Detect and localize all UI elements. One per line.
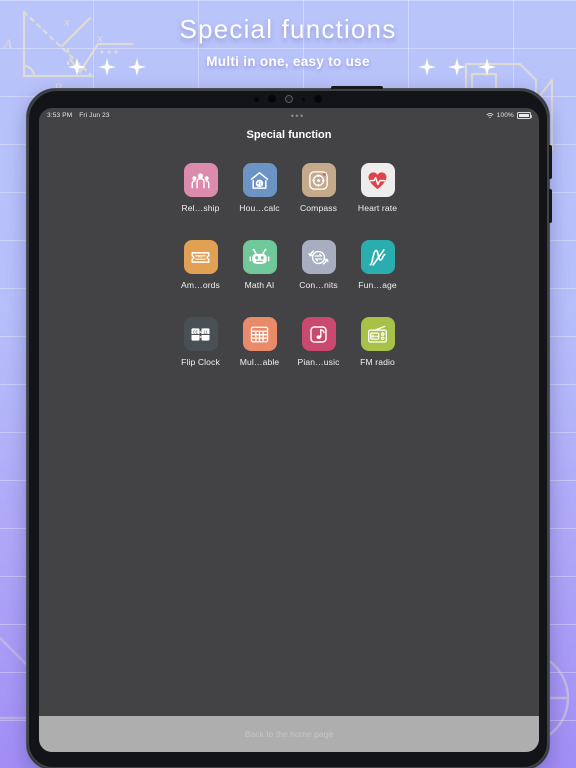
battery-percent-label: 100% bbox=[496, 112, 514, 119]
app-grid: Rel…ship Hou…calc Compass Heart rate A+ … bbox=[39, 163, 539, 367]
app-item-amortization-records[interactable]: A+ Am…ords bbox=[171, 240, 230, 290]
amortization-records-icon[interactable]: A+ bbox=[183, 240, 218, 274]
convert-units-icon[interactable] bbox=[301, 240, 336, 274]
wifi-icon bbox=[486, 113, 494, 119]
function-image-icon[interactable] bbox=[360, 240, 395, 274]
app-label: Hou…calc bbox=[239, 203, 280, 213]
sensor-icon bbox=[254, 96, 259, 102]
status-bar-right: 100% bbox=[486, 112, 533, 119]
app-label: Mul…able bbox=[239, 357, 280, 367]
app-area: Rel…ship Hou…calc Compass Heart rate A+ … bbox=[39, 145, 539, 716]
tablet-device: 3:53 PM Fri Jun 23 ••• 100% Special func… bbox=[26, 86, 552, 768]
svg-text:A: A bbox=[3, 36, 12, 51]
relationship-icon[interactable] bbox=[183, 163, 218, 197]
app-item-piano-music[interactable]: Pian…usic bbox=[289, 317, 348, 367]
sparkles-right bbox=[418, 58, 496, 76]
battery-icon bbox=[517, 112, 533, 119]
app-label: Math AI bbox=[244, 280, 275, 290]
sparkle-icon bbox=[418, 58, 436, 76]
app-label: Flip Clock bbox=[181, 357, 220, 367]
flip-clock-icon[interactable]: 01 11 bbox=[183, 317, 218, 351]
sparkles-left bbox=[68, 58, 146, 76]
volume-up-button[interactable] bbox=[549, 145, 552, 179]
status-center-dots: ••• bbox=[290, 110, 305, 121]
app-item-math-ai[interactable]: Math AI bbox=[230, 240, 289, 290]
compass-icon[interactable] bbox=[301, 163, 336, 197]
sparkle-icon bbox=[478, 58, 496, 76]
app-item-multiplication-table[interactable]: Mul…able bbox=[230, 317, 289, 367]
camera-lens-icon bbox=[314, 95, 322, 103]
hero-title: Special functions bbox=[179, 14, 397, 44]
hero-subtitle: Multi in one, easy to use bbox=[206, 54, 370, 69]
status-bar: 3:53 PM Fri Jun 23 ••• 100% bbox=[39, 108, 539, 123]
sensor-icon bbox=[302, 97, 305, 101]
app-item-fm-radio[interactable]: FM radio bbox=[348, 317, 407, 367]
math-ai-robot-icon[interactable] bbox=[242, 240, 277, 274]
hero-banner: Special functions Multi in one, easy to … bbox=[0, 14, 576, 69]
sparkle-icon bbox=[68, 58, 86, 76]
back-to-home-button[interactable]: Back to the home page bbox=[39, 716, 539, 752]
app-label: Rel…ship bbox=[181, 203, 220, 213]
app-label: Fun…age bbox=[358, 280, 397, 290]
app-label: Con…nits bbox=[299, 280, 338, 290]
battery-fill bbox=[518, 114, 530, 117]
camera-module bbox=[254, 95, 322, 103]
svg-text:x: x bbox=[63, 14, 70, 29]
device-screen: 3:53 PM Fri Jun 23 ••• 100% Special func… bbox=[39, 108, 539, 752]
app-item-compass[interactable]: Compass bbox=[289, 163, 348, 213]
multiplication-table-icon[interactable] bbox=[242, 317, 277, 351]
svg-text:11: 11 bbox=[203, 329, 208, 335]
app-label: Pian…usic bbox=[297, 357, 340, 367]
sparkle-icon bbox=[98, 58, 116, 76]
house-loan-calculator-icon[interactable] bbox=[242, 163, 277, 197]
app-item-function-image[interactable]: Fun…age bbox=[348, 240, 407, 290]
app-item-heart-rate[interactable]: Heart rate bbox=[348, 163, 407, 213]
app-label: Heart rate bbox=[357, 203, 398, 213]
svg-text:A+: A+ bbox=[198, 254, 204, 259]
status-bar-left: 3:53 PM Fri Jun 23 bbox=[47, 112, 110, 119]
sparkle-icon bbox=[448, 58, 466, 76]
svg-text:01: 01 bbox=[193, 329, 199, 335]
camera-lens-icon bbox=[285, 95, 293, 103]
app-label: Compass bbox=[300, 203, 337, 213]
app-item-convert-units[interactable]: Con…nits bbox=[289, 240, 348, 290]
sparkle-icon bbox=[128, 58, 146, 76]
piano-music-icon[interactable] bbox=[301, 317, 336, 351]
app-item-house-calc[interactable]: Hou…calc bbox=[230, 163, 289, 213]
page-title: Special function bbox=[246, 129, 332, 141]
status-date: Fri Jun 23 bbox=[79, 112, 110, 119]
app-label: FM radio bbox=[360, 357, 395, 367]
svg-text:x: x bbox=[96, 30, 103, 45]
status-time: 3:53 PM bbox=[47, 112, 73, 119]
app-item-flip-clock[interactable]: 01 11 Flip Clock bbox=[171, 317, 230, 367]
camera-lens-icon bbox=[268, 95, 276, 103]
app-item-relationship[interactable]: Rel…ship bbox=[171, 163, 230, 213]
power-button[interactable] bbox=[331, 86, 383, 89]
app-label: Am…ords bbox=[181, 280, 220, 290]
fm-radio-icon[interactable] bbox=[360, 317, 395, 351]
heart-rate-icon[interactable] bbox=[360, 163, 395, 197]
volume-down-button[interactable] bbox=[549, 189, 552, 223]
